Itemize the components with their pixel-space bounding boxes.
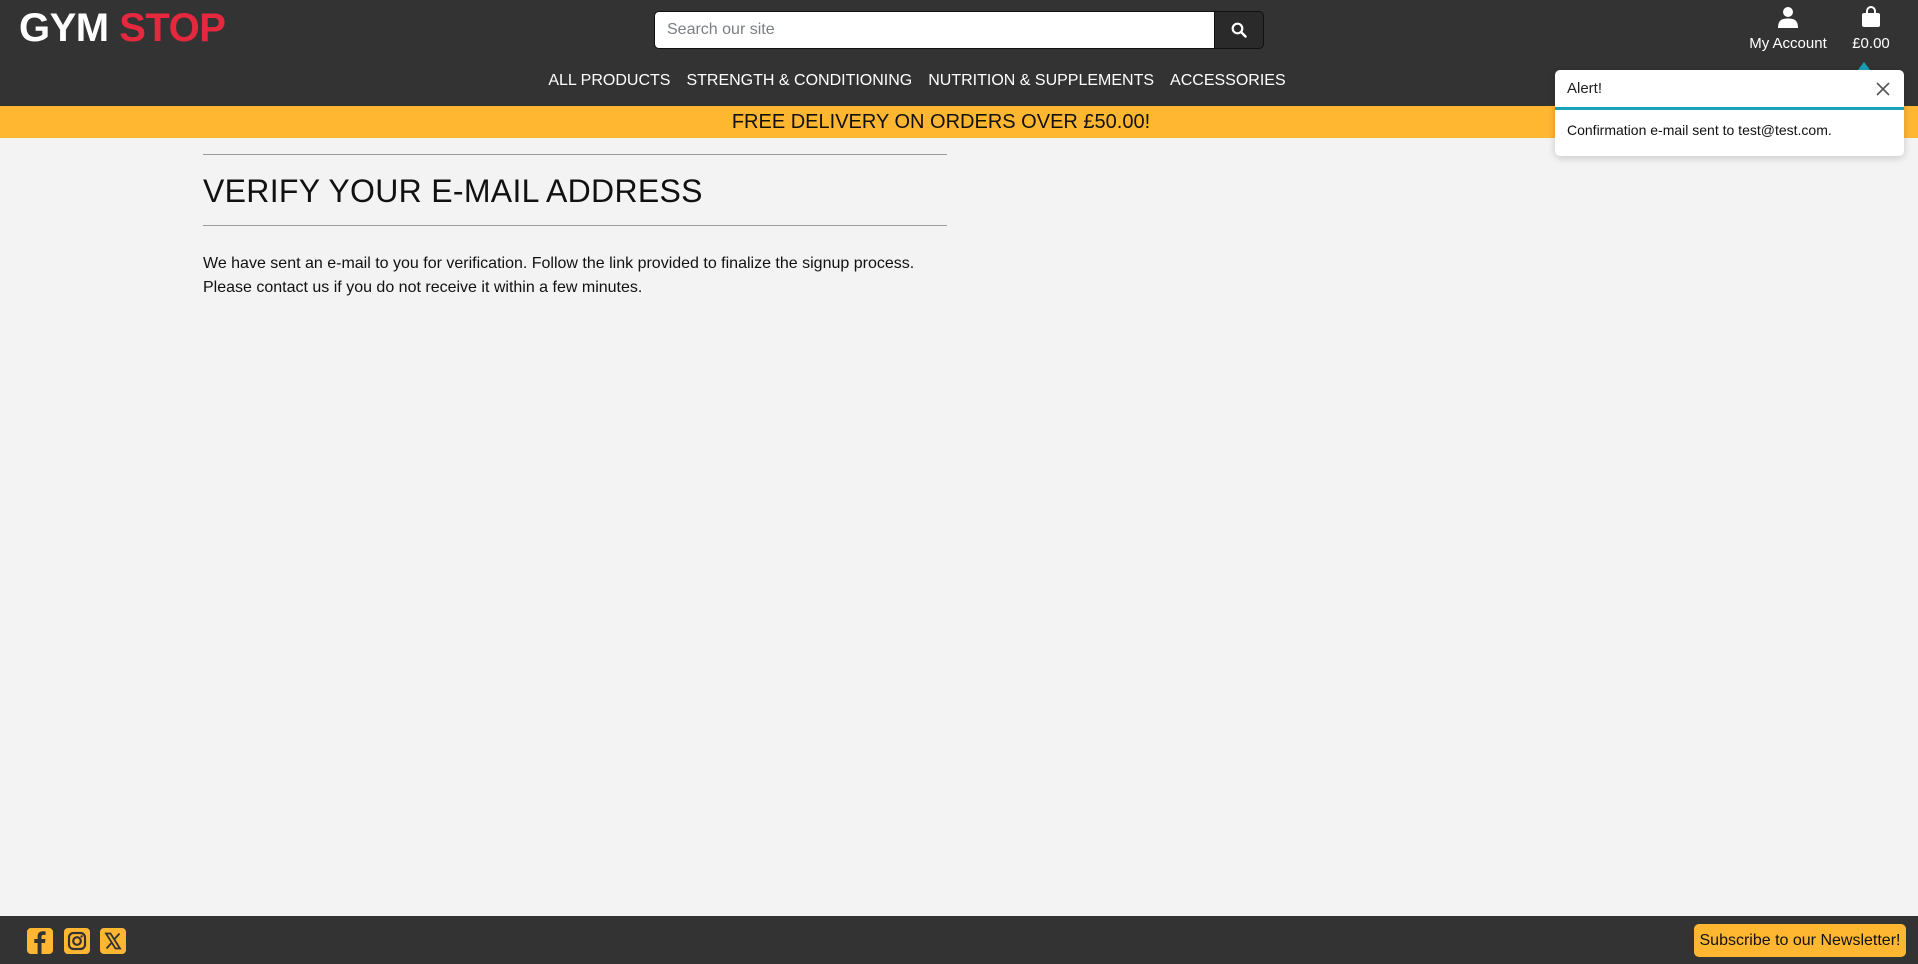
facebook-icon [27,928,53,954]
site-footer: Subscribe to our Newsletter! [0,916,1918,964]
instagram-icon [64,928,90,954]
search-input[interactable] [654,11,1215,49]
my-account-link[interactable]: My Account [1740,6,1836,52]
bottom-divider [203,225,947,226]
nav-accessories[interactable]: ACCESSORIES [1162,72,1294,94]
shopping-bag-link[interactable]: £0.00 [1846,6,1896,52]
site-logo[interactable]: GYM STOP [19,6,226,51]
toast-title: Alert! [1567,80,1603,97]
search-button[interactable] [1215,11,1264,49]
verification-message: We have sent an e-mail to you for verifi… [203,255,915,296]
toast-header: Alert! [1555,70,1904,110]
page-title: VERIFY YOUR E-MAIL ADDRESS [203,173,703,209]
x-twitter-link[interactable] [99,927,127,955]
free-delivery-text: FREE DELIVERY ON ORDERS OVER £50.00! [731,111,1151,133]
subscribe-newsletter-button[interactable]: Subscribe to our Newsletter! [1694,924,1906,957]
verify-email-section: VERIFY YOUR E-MAIL ADDRESS We have sent … [203,154,947,300]
facebook-link[interactable] [26,927,54,955]
x-icon [100,928,126,954]
logo-part-gym: GYM [19,6,109,50]
shopping-bag-icon [1862,6,1880,27]
user-icon [1778,7,1798,28]
toast-close-button[interactable] [1874,80,1892,98]
nav-strength-conditioning[interactable]: STRENGTH & CONDITIONING [678,72,920,94]
my-account-label: My Account [1749,35,1827,52]
instagram-link[interactable] [63,927,91,955]
nav-all-products[interactable]: ALL PRODUCTS [540,72,678,94]
toast-arrow [1858,62,1870,70]
nav-nutrition-supplements[interactable]: NUTRITION & SUPPLEMENTS [920,72,1162,94]
close-icon [1876,81,1890,96]
logo-part-stop: STOP [119,6,226,50]
top-divider [203,154,947,155]
search-icon [1231,22,1247,38]
alert-toast: Alert! Confirmation e-mail sent to test@… [1555,70,1904,156]
toast-message: Confirmation e-mail sent to test@test.co… [1567,122,1832,138]
search-form [654,11,1264,49]
bag-total: £0.00 [1852,35,1890,52]
